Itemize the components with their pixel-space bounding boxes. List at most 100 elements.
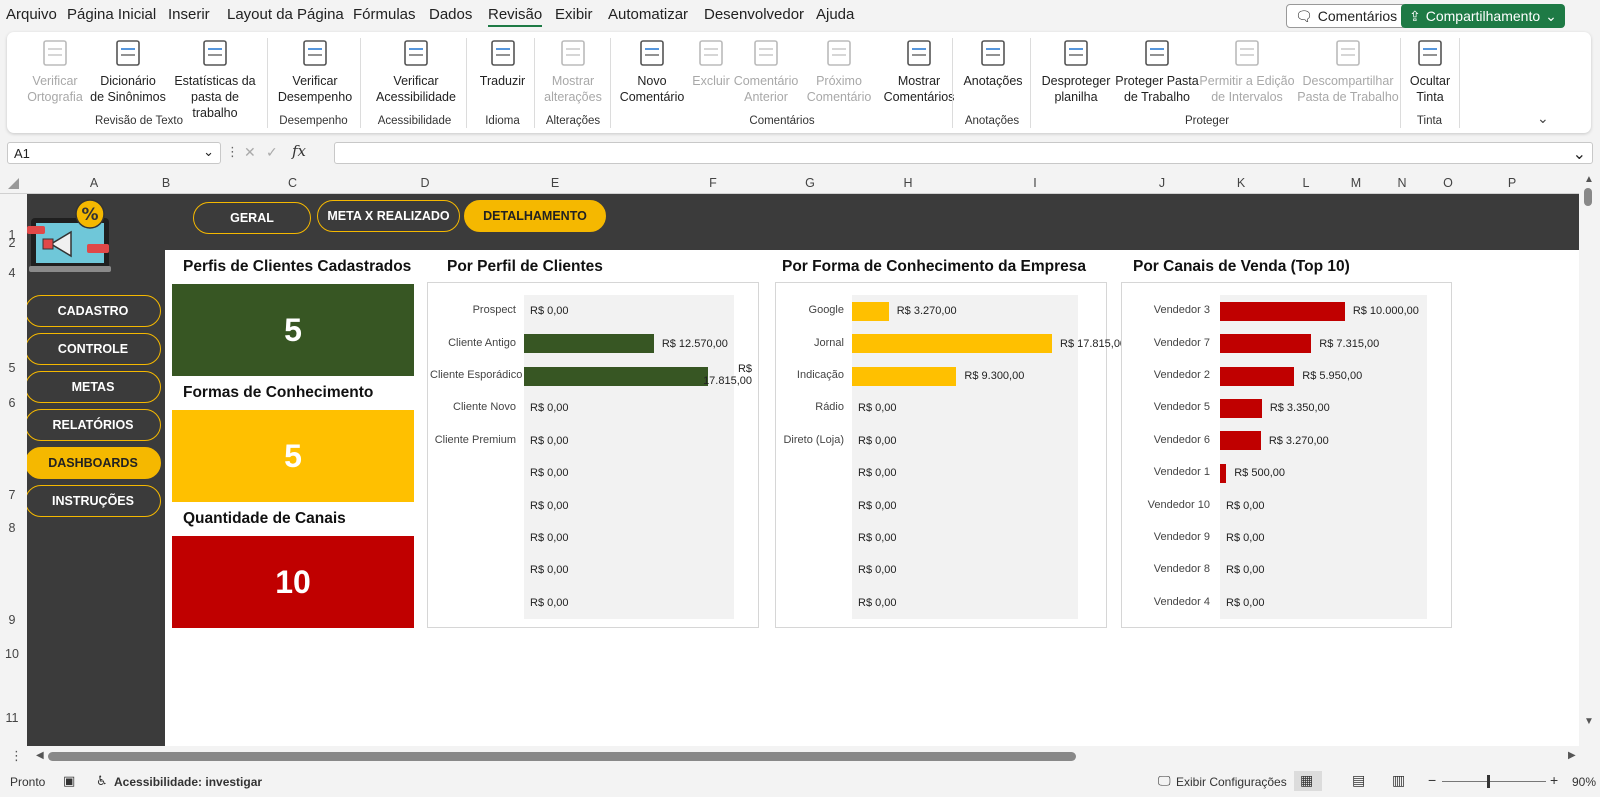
macro-record-icon[interactable]: ▣	[63, 773, 75, 789]
formula-input[interactable]: ⌄	[334, 142, 1593, 164]
column-header-H[interactable]: H	[868, 176, 948, 190]
horizontal-scrollbar[interactable]: ⋮ ◀ ▶	[0, 746, 1600, 767]
zoom-out-icon[interactable]: −	[1428, 772, 1436, 788]
column-header-E[interactable]: E	[436, 176, 674, 190]
nav-controle-button[interactable]: CONTROLE	[27, 333, 161, 365]
row-header-4[interactable]: 4	[0, 266, 24, 280]
column-header-B[interactable]: B	[161, 176, 171, 190]
menu-inserir[interactable]: Inserir	[168, 6, 210, 23]
status-accessibility[interactable]: Acessibilidade: investigar	[114, 775, 262, 789]
display-settings-icon[interactable]: 🖵	[1158, 773, 1171, 789]
zoom-slider-track[interactable]	[1442, 781, 1546, 782]
select-all-corner[interactable]	[8, 178, 19, 189]
ribbon-button-3[interactable]: Verificar Desempenho	[275, 36, 355, 105]
chart-bar[interactable]	[1220, 463, 1227, 483]
column-header-A[interactable]: A	[27, 176, 161, 190]
menu-dados[interactable]: Dados	[429, 6, 472, 23]
nav-instrucoes-button[interactable]: INSTRUÇÕES	[27, 485, 161, 517]
collapse-ribbon-icon[interactable]: ⌄	[1537, 110, 1549, 127]
cancel-icon[interactable]: ✕	[244, 144, 256, 161]
ribbon-button-10[interactable]: Próximo Comentário	[802, 36, 876, 105]
column-header-P[interactable]: P	[1472, 176, 1552, 190]
accessibility-icon[interactable]: ♿	[96, 773, 108, 789]
share-button[interactable]: ⇪ Compartilhamento ⌄	[1401, 4, 1565, 28]
zoom-level[interactable]: 90%	[1572, 775, 1596, 789]
scroll-right-icon[interactable]: ▶	[1568, 750, 1576, 761]
vertical-scroll-thumb[interactable]	[1584, 188, 1592, 206]
column-header-F[interactable]: F	[674, 176, 752, 190]
zoom-in-icon[interactable]: +	[1550, 772, 1558, 788]
nav-relatorios-button[interactable]: RELATÓRIOS	[27, 409, 161, 441]
chart-bar[interactable]	[1220, 398, 1262, 418]
nav-geral-button[interactable]: GERAL	[193, 202, 311, 234]
row-header-8[interactable]: 8	[0, 521, 24, 535]
chart-bar[interactable]	[524, 366, 708, 386]
row-header-7[interactable]: 7	[0, 488, 24, 502]
ribbon-button-0[interactable]: Verificar Ortografia	[20, 36, 90, 105]
menu-layout[interactable]: Layout da Página	[227, 6, 344, 23]
column-header-L[interactable]: L	[1280, 176, 1332, 190]
chart-forma-conhecimento[interactable]: Google R$ 3.270,00 Jornal R$ 17.815,00 Indic…	[775, 282, 1126, 628]
column-header-C[interactable]: C	[171, 176, 414, 190]
menu-arquivo[interactable]: Arquivo	[6, 6, 57, 23]
row-header-9[interactable]: 9	[0, 613, 24, 627]
chart-perfil-clientes[interactable]: Prospect R$ 0,00 Cliente Antigo R$ 12.570,0…	[427, 282, 759, 628]
ribbon-button-11[interactable]: Mostrar Comentários	[874, 36, 964, 105]
menu-revisao[interactable]: Revisão	[488, 6, 543, 27]
menu-pagina-inicial[interactable]: Página Inicial	[67, 6, 156, 23]
zoom-slider-thumb[interactable]	[1487, 775, 1490, 788]
ribbon-button-14[interactable]: Proteger Pasta de Trabalho	[1112, 36, 1202, 105]
column-header-D[interactable]: D	[414, 176, 436, 190]
scroll-up-icon[interactable]: ▲	[1584, 174, 1594, 185]
nav-meta-realizado-button[interactable]: META X REALIZADO	[317, 200, 460, 232]
ribbon-button-7[interactable]: Novo Comentário	[613, 36, 691, 105]
more-icon[interactable]: ⋮	[226, 144, 239, 160]
comments-button[interactable]: 🗨 Comentários	[1286, 4, 1407, 28]
row-header-10[interactable]: 10	[0, 647, 24, 661]
scroll-left-icon[interactable]: ◀	[36, 750, 44, 761]
ribbon-button-1[interactable]: Dicionário de Sinônimos	[87, 36, 169, 105]
chart-canais-venda[interactable]: Vendedor 3 R$ 10.000,00 Vendedor 7 R$ 7.315…	[1121, 282, 1452, 628]
row-header-2[interactable]: 2	[0, 236, 24, 250]
chart-bar[interactable]	[1220, 431, 1261, 451]
column-header-K[interactable]: K	[1202, 176, 1280, 190]
menu-automatizar[interactable]: Automatizar	[608, 6, 688, 23]
menu-formulas[interactable]: Fórmulas	[353, 6, 416, 23]
row-header-5[interactable]: 5	[0, 361, 24, 375]
display-settings-button[interactable]: Exibir Configurações	[1176, 775, 1287, 789]
name-box[interactable]: A1 ⌄	[7, 142, 221, 164]
sheet-options-icon[interactable]: ⋮	[10, 748, 23, 764]
column-header-G[interactable]: G	[752, 176, 868, 190]
ribbon-button-2[interactable]: Estatísticas da pasta de trabalho	[167, 36, 263, 121]
ribbon-button-16[interactable]: Descompartilhar Pasta de Trabalho	[1295, 36, 1401, 105]
ribbon-button-15[interactable]: Permitir a Edição de Intervalos	[1195, 36, 1299, 105]
row-header-6[interactable]: 6	[0, 396, 24, 410]
ribbon-button-17[interactable]: Ocultar Tinta	[1405, 36, 1455, 105]
chart-bar[interactable]	[1220, 334, 1312, 354]
chart-bar[interactable]	[524, 334, 654, 354]
page-layout-view-icon[interactable]: ▤	[1352, 772, 1365, 789]
chart-bar[interactable]	[1220, 301, 1345, 321]
column-header-O[interactable]: O	[1424, 176, 1472, 190]
ribbon-button-13[interactable]: Desproteger planilha	[1037, 36, 1115, 105]
horizontal-scroll-thumb[interactable]	[48, 752, 1076, 761]
nav-cadastro-button[interactable]: CADASTRO	[27, 295, 161, 327]
ribbon-button-6[interactable]: Mostrar alterações	[540, 36, 606, 105]
ribbon-button-12[interactable]: Anotações	[957, 36, 1029, 89]
chart-bar[interactable]	[852, 334, 1052, 354]
vertical-scrollbar[interactable]: ▲ ▼	[1579, 174, 1600, 746]
ribbon-button-5[interactable]: Traduzir	[475, 36, 530, 89]
menu-desenvolvedor[interactable]: Desenvolvedor	[704, 6, 804, 23]
column-header-J[interactable]: J	[1122, 176, 1202, 190]
column-header-M[interactable]: M	[1332, 176, 1380, 190]
nav-metas-button[interactable]: METAS	[27, 371, 161, 403]
ribbon-button-4[interactable]: Verificar Acessibilidade	[367, 36, 465, 105]
menu-ajuda[interactable]: Ajuda	[816, 6, 854, 23]
chart-bar[interactable]	[1220, 366, 1295, 386]
chart-bar[interactable]	[852, 366, 957, 386]
column-header-I[interactable]: I	[948, 176, 1122, 190]
insert-function-icon[interactable]: fx	[292, 142, 306, 160]
page-break-view-icon[interactable]: ▥	[1392, 772, 1405, 789]
menu-exibir[interactable]: Exibir	[555, 6, 593, 23]
nav-dashboards-button[interactable]: DASHBOARDS	[27, 447, 161, 479]
